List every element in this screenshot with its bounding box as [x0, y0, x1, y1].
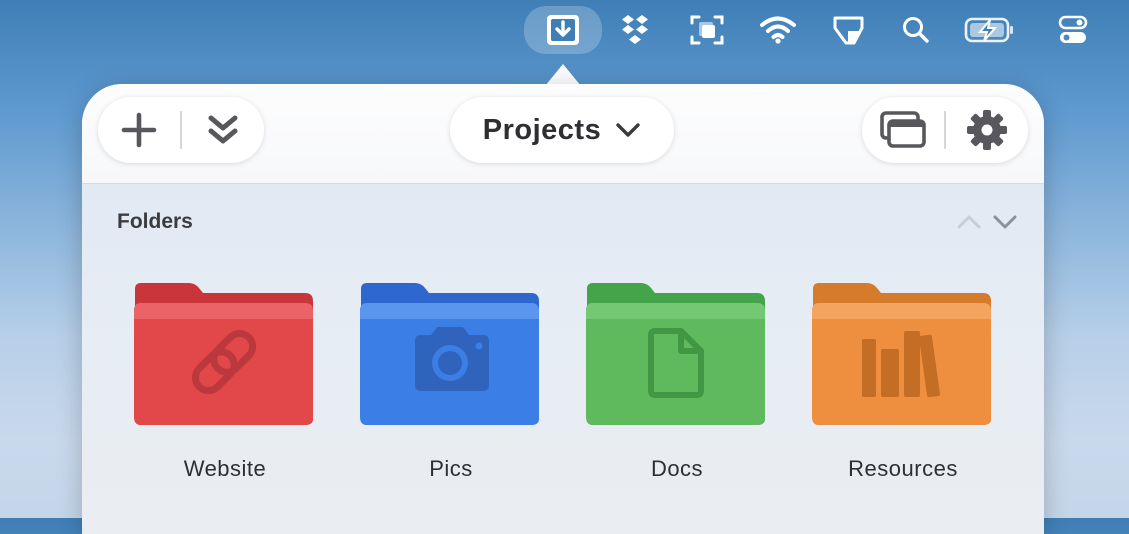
folders-section: Folders Website Pics Docs Resources — [82, 184, 1044, 534]
folder-pics[interactable]: Pics — [359, 279, 543, 489]
screen-capture-icon[interactable] — [684, 8, 730, 52]
toolbar: Projects — [82, 84, 1044, 184]
section-nav — [956, 214, 1018, 230]
chevron-down-icon — [616, 123, 640, 137]
folder-label: Pics — [429, 456, 473, 481]
left-button-group — [98, 97, 264, 163]
chevron-up-icon[interactable] — [956, 214, 982, 230]
search-icon[interactable] — [893, 8, 939, 52]
folder-website[interactable]: Website — [133, 279, 317, 489]
folder-resources[interactable]: Resources — [811, 279, 995, 489]
menu-bar — [0, 0, 1129, 62]
folder-label: Website — [183, 456, 267, 481]
project-selector-label: Projects — [482, 113, 602, 146]
wifi-icon[interactable] — [755, 8, 801, 52]
folder-docs[interactable]: Docs — [585, 279, 769, 489]
chevron-down-icon[interactable] — [992, 214, 1018, 230]
control-center-icon[interactable] — [1050, 8, 1096, 52]
battery-charging-icon[interactable] — [962, 8, 1018, 52]
dropbox-icon[interactable] — [612, 8, 658, 52]
folder-label: Docs — [650, 456, 704, 481]
right-button-group — [862, 97, 1028, 163]
section-title: Folders — [117, 210, 193, 233]
tag-icon[interactable] — [826, 8, 872, 52]
download-icon[interactable] — [524, 6, 602, 54]
windows-icon[interactable] — [862, 97, 944, 163]
camera-icon — [415, 327, 489, 391]
collapse-icon[interactable] — [182, 97, 264, 163]
folder-label: Resources — [848, 456, 958, 481]
popover-panel: Projects Folders Website Pics Docs Resou… — [82, 84, 1044, 534]
popover-caret — [545, 64, 581, 86]
project-selector[interactable]: Projects — [450, 97, 674, 163]
gear-icon[interactable] — [946, 97, 1028, 163]
plus-icon[interactable] — [98, 97, 180, 163]
